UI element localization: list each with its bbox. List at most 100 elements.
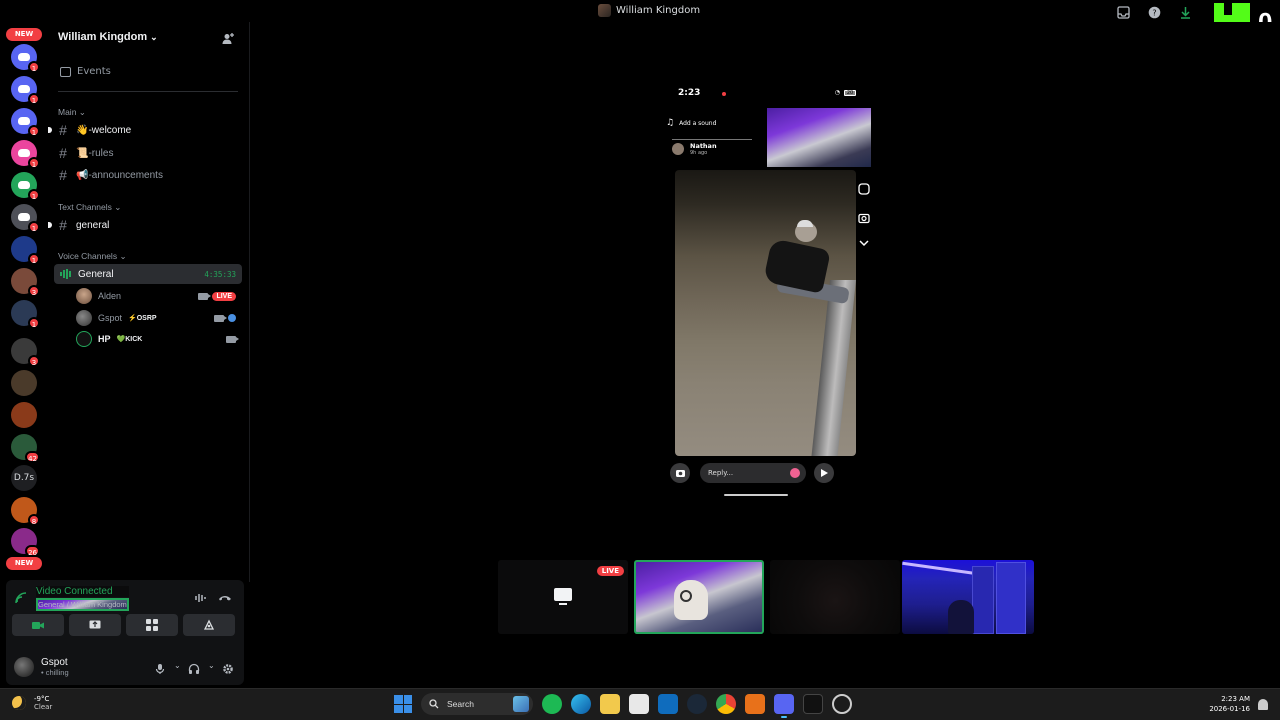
voice-channel-general[interactable]: General 4:35:33 <box>54 264 242 284</box>
app-orange-icon[interactable] <box>745 694 765 714</box>
chevron-down-icon[interactable]: ⌄ <box>208 660 215 672</box>
server-icon[interactable] <box>11 402 37 428</box>
new-badge-top[interactable]: NEW <box>6 28 42 41</box>
discord-logo-icon <box>18 85 30 93</box>
discord-logo-icon <box>18 53 30 61</box>
windows-start-icon[interactable] <box>394 695 412 713</box>
screen-share-button[interactable] <box>69 614 121 636</box>
user-name: Gspot <box>41 657 68 668</box>
steam-icon[interactable] <box>687 694 707 714</box>
streamed-phone-screen: 2:23 ◔ 20 ♫ Add a sound Nathan 9h ago Re… <box>666 82 876 512</box>
participant-tile-blue-room[interactable] <box>902 560 1034 634</box>
add-member-icon[interactable] <box>221 31 235 45</box>
closet-door <box>972 566 994 634</box>
gear-icon[interactable] <box>222 660 234 674</box>
camera-button[interactable] <box>12 614 64 636</box>
progress-line <box>672 139 752 140</box>
category-voice-channels[interactable]: Voice Channels ⌄ <box>58 251 127 262</box>
channel-general[interactable]: # general <box>48 215 242 235</box>
chevron-down-icon[interactable]: ⌄ <box>174 660 181 672</box>
voice-user-alden[interactable]: Alden LIVE <box>76 286 240 306</box>
microphone-icon[interactable] <box>154 660 166 674</box>
notification-bell-icon[interactable] <box>1258 699 1268 710</box>
help-icon[interactable]: ? <box>1148 4 1161 19</box>
channel-sidebar: William Kingdom ⌄ Events Main ⌄ # 👋-welcom… <box>48 22 250 582</box>
weather-widget[interactable]: -9°C Clear <box>12 695 52 711</box>
unread-dot <box>48 127 52 133</box>
soundboard-button[interactable] <box>183 614 235 636</box>
server-icon[interactable] <box>11 370 37 396</box>
server-icon[interactable]: 1 <box>11 300 40 329</box>
server-text-d7s[interactable]: D.7s <box>11 465 37 491</box>
server-icon[interactable]: 1 <box>11 236 40 265</box>
server-name-header[interactable]: William Kingdom ⌄ <box>58 31 158 43</box>
headphones-icon[interactable] <box>188 660 200 674</box>
phone-status-icons: ◔ 20 <box>835 89 856 96</box>
windows-taskbar: -9°C Clear Search 2:23 AM 2026-01-16 <box>0 688 1280 720</box>
wifi-icon: ◔ <box>834 89 840 96</box>
participant-tile-dark[interactable] <box>770 560 900 634</box>
user-status: • chilling <box>41 668 69 677</box>
stream-view[interactable]: 2:23 ◔ 20 ♫ Add a sound Nathan 9h ago Re… <box>250 22 1280 682</box>
disconnect-icon[interactable] <box>218 590 232 604</box>
voice-timer: 4:35:33 <box>204 269 236 279</box>
avatar <box>76 288 92 304</box>
category-text-label: Text Channels <box>58 202 112 212</box>
taskbar-search[interactable]: Search <box>421 693 533 715</box>
inbox-icon[interactable] <box>1117 4 1130 19</box>
battery-icon: 20 <box>844 89 856 96</box>
server-icon[interactable]: 1 <box>11 204 40 233</box>
discord-icon[interactable] <box>774 694 794 718</box>
spotify-icon[interactable] <box>542 694 562 714</box>
chrome-icon[interactable] <box>716 694 736 714</box>
new-badge-bottom[interactable]: NEW <box>6 557 42 570</box>
edge-icon[interactable] <box>571 694 591 714</box>
channel-welcome[interactable]: # 👋-welcome <box>48 120 242 140</box>
search-label: Search <box>447 699 474 709</box>
voice-user-name: Gspot <box>98 313 123 323</box>
file-explorer-icon[interactable] <box>600 694 620 714</box>
chevron-down-icon <box>858 234 870 247</box>
voice-user-gspot[interactable]: Gspot ⚡OSRP <box>76 308 240 328</box>
server-icon[interactable]: 3 <box>11 338 40 367</box>
current-user[interactable]: Gspot • chilling ⌄ ⌄ <box>12 652 238 682</box>
hash-icon: # <box>59 145 67 161</box>
settings-app-icon[interactable] <box>832 694 852 714</box>
user-controls: ⌄ ⌄ <box>154 660 234 674</box>
connection-signal-icon[interactable] <box>14 590 28 604</box>
activities-button[interactable] <box>126 614 178 636</box>
music-note-icon: ♫ <box>666 118 675 128</box>
terminal-icon[interactable] <box>803 694 823 714</box>
server-icon[interactable]: 1 <box>11 172 40 201</box>
svg-text:?: ? <box>1152 9 1156 18</box>
live-badge: LIVE <box>212 291 236 301</box>
store-icon[interactable] <box>629 694 649 714</box>
voice-channel-label: General <box>78 268 114 280</box>
server-icon[interactable]: 1 <box>11 140 40 169</box>
participant-tile-webcam-selected[interactable] <box>634 560 764 634</box>
events-item[interactable]: Events <box>60 66 111 77</box>
voice-user-hp[interactable]: HP 💚KICK <box>76 329 240 349</box>
server-icon[interactable]: 26 <box>11 528 40 557</box>
system-clock[interactable]: 2:23 AM 2026-01-16 <box>1209 694 1250 714</box>
posted-time: 9h ago <box>690 150 708 156</box>
server-icon[interactable]: 1 <box>11 76 40 105</box>
category-text-channels[interactable]: Text Channels ⌄ <box>58 202 121 213</box>
divider <box>58 91 238 92</box>
participant-tile-screenshare[interactable]: LIVE <box>498 560 628 634</box>
category-main[interactable]: Main ⌄ <box>58 107 86 118</box>
discord-logo-icon <box>18 149 30 157</box>
server-icon[interactable]: 1 <box>11 108 40 137</box>
mention-badge: 8 <box>28 514 40 526</box>
server-icon[interactable]: 42 <box>11 434 40 463</box>
channel-announcements[interactable]: # 📢-announcements <box>58 165 242 185</box>
outlook-icon[interactable] <box>658 694 678 714</box>
noise-suppression-icon[interactable] <box>194 590 208 604</box>
download-icon[interactable] <box>1179 4 1192 19</box>
channel-rules[interactable]: # 📜-rules <box>58 143 242 163</box>
server-icon[interactable]: 8 <box>11 497 40 526</box>
server-icon[interactable]: 1 <box>11 44 40 73</box>
server-icon[interactable]: 3 <box>11 268 40 297</box>
voice-location[interactable]: General / William Kingdom <box>36 598 129 611</box>
monitor-icon <box>554 588 572 605</box>
